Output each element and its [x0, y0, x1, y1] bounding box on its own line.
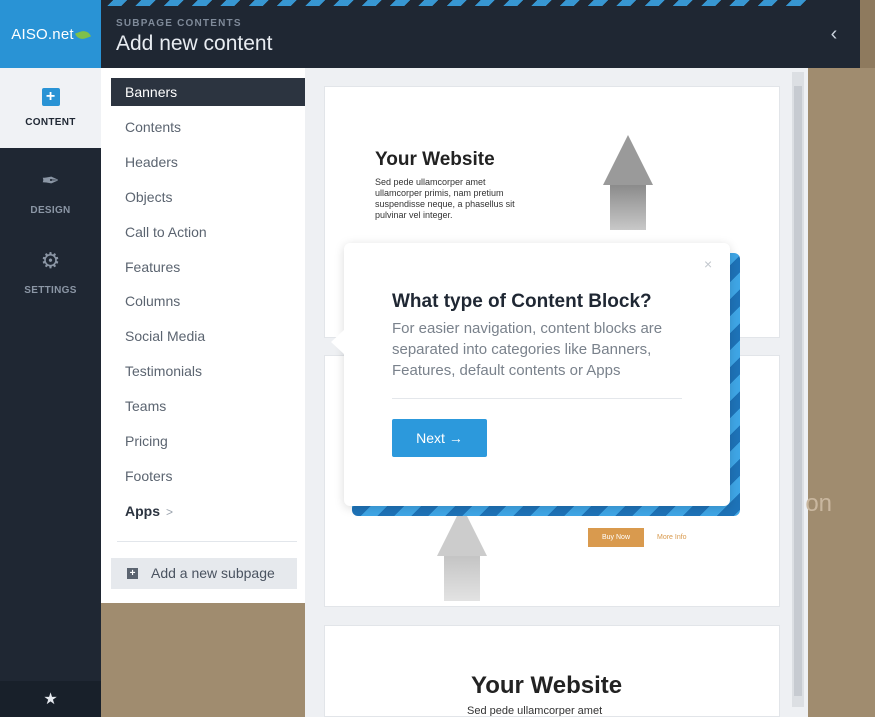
- collapse-button[interactable]: ‹: [808, 0, 860, 68]
- rail-content[interactable]: + CONTENT: [0, 68, 101, 148]
- popover-title: What type of Content Block?: [392, 291, 652, 312]
- popover-text: For easier navigation, content blocks ar…: [392, 320, 663, 379]
- chevron-right-icon: >: [166, 505, 174, 519]
- preview-scrollbar[interactable]: [792, 72, 804, 707]
- tower-image: [603, 135, 653, 230]
- category-contents[interactable]: Contents: [111, 113, 311, 141]
- category-apps-label: Apps: [125, 503, 160, 519]
- category-teams[interactable]: Teams: [111, 392, 311, 420]
- close-icon[interactable]: ×: [704, 256, 712, 272]
- brush-icon: ✒: [41, 168, 60, 193]
- popover-arrow: [331, 329, 345, 355]
- category-footers[interactable]: Footers: [111, 462, 311, 490]
- category-pricing[interactable]: Pricing: [111, 427, 311, 455]
- star-icon: ★: [43, 691, 58, 708]
- more-info-link[interactable]: More Info: [657, 534, 687, 541]
- category-social-media[interactable]: Social Media: [111, 322, 311, 350]
- tower-image-faded: [437, 506, 487, 601]
- add-subpage-label: Add a new subpage: [151, 565, 275, 581]
- background-text: ion: [800, 490, 833, 517]
- category-call-to-action[interactable]: Call to Action: [111, 218, 311, 246]
- card-title: Your Website: [471, 672, 623, 699]
- chevron-left-icon: ‹: [830, 22, 838, 45]
- rail-settings[interactable]: ⚙ SETTINGS: [0, 228, 101, 308]
- category-headers[interactable]: Headers: [111, 148, 311, 176]
- rail-settings-label: SETTINGS: [24, 285, 77, 296]
- gears-icon: ⚙: [40, 248, 61, 273]
- category-panel: Banners Contents Headers Objects Call to…: [101, 68, 319, 603]
- favorites-button[interactable]: ★: [0, 681, 101, 717]
- page-title: Add new content: [116, 32, 273, 55]
- divider: [117, 541, 297, 542]
- category-apps[interactable]: Apps >: [111, 497, 311, 525]
- rail-design-label: DESIGN: [30, 205, 71, 216]
- leaf-icon: [74, 28, 91, 41]
- icon-rail: + CONTENT ✒ DESIGN ⚙ SETTINGS: [0, 68, 101, 717]
- rail-content-label: CONTENT: [25, 117, 76, 128]
- card-body: Sed pede ullamcorper amet: [467, 705, 603, 717]
- header-stripes: [0, 0, 808, 6]
- content-block-card-3[interactable]: Your Website Sed pede ullamcorper amet: [324, 625, 780, 717]
- next-button[interactable]: Next →: [392, 419, 487, 457]
- popover-divider: [392, 398, 682, 399]
- category-columns[interactable]: Columns: [111, 287, 311, 315]
- add-subpage-button[interactable]: + Add a new subpage: [111, 558, 297, 589]
- card-body: Sed pede ullamcorper amet ullamcorper pr…: [375, 177, 515, 220]
- scrollbar-thumb[interactable]: [794, 86, 802, 696]
- category-testimonials[interactable]: Testimonials: [111, 357, 311, 385]
- category-banners[interactable]: Banners: [111, 78, 319, 106]
- buy-now-button[interactable]: Buy Now: [588, 528, 645, 547]
- category-features[interactable]: Features: [111, 253, 311, 281]
- rail-design[interactable]: ✒ DESIGN: [0, 148, 101, 228]
- logo[interactable]: AISO.net: [0, 0, 101, 68]
- page-edge: [860, 0, 875, 68]
- plus-square-icon: +: [41, 88, 60, 106]
- category-objects[interactable]: Objects: [111, 183, 311, 211]
- header-subtitle: SUBPAGE CONTENTS: [116, 18, 242, 29]
- plus-icon: +: [127, 568, 138, 579]
- card-title: Your Website: [375, 149, 495, 170]
- logo-text: AISO.net: [11, 26, 91, 43]
